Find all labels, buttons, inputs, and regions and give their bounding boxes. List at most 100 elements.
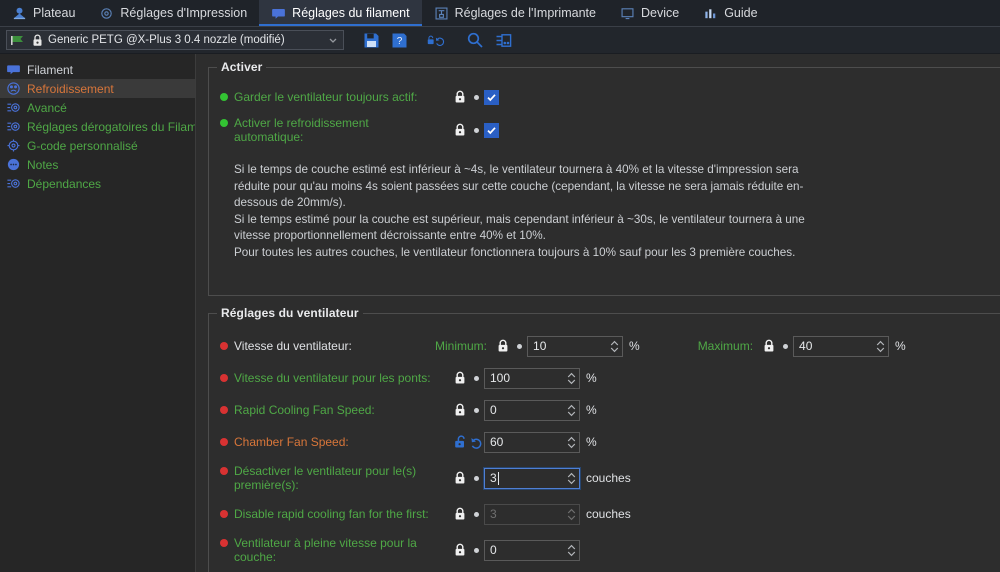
tab-reglages-impression[interactable]: Réglages d'Impression [87, 0, 259, 26]
group-content: Garder le ventilateur toujours actif: [208, 74, 1000, 261]
sidebar-item-refroidissement[interactable]: Refroidissement [0, 79, 195, 98]
spinner-arrows-icon[interactable] [564, 369, 579, 388]
setting-row-disable-fan-first-layers: Désactiver le ventilateur pour le(s) pre… [220, 458, 1000, 498]
spinner-arrows-icon[interactable] [607, 337, 622, 356]
lock-icon[interactable] [452, 506, 468, 523]
revert-dot-icon[interactable] [468, 95, 484, 100]
lock-icon[interactable] [452, 89, 468, 106]
sidebar-item-notes[interactable]: Notes [0, 155, 195, 174]
spinner-value: 10 [533, 339, 607, 353]
checkbox-enable-auto-cooling[interactable] [484, 123, 499, 138]
tab-label: Réglages d'Impression [120, 6, 247, 20]
revert-dot-icon[interactable] [468, 376, 484, 381]
status-dot-icon [220, 539, 228, 547]
revert-dot-icon[interactable] [468, 128, 484, 133]
cooling-icon [6, 81, 21, 96]
spinner-disable-fan-first-layers[interactable]: 3 [484, 468, 580, 489]
chevron-down-icon[interactable] [327, 34, 339, 46]
lock-icon[interactable] [452, 402, 468, 419]
lock-icon[interactable] [495, 338, 511, 355]
lock-icon[interactable] [452, 122, 468, 139]
notes-icon [6, 157, 21, 172]
option-label: Activer le refroidissement automatique: [220, 116, 452, 144]
setting-row-full-speed-layer: Ventilateur à pleine vitesse pour la cou… [220, 530, 1000, 570]
tab-device[interactable]: Device [608, 0, 691, 26]
sidebar-item-label: Refroidissement [27, 82, 114, 96]
printer-icon [434, 6, 449, 21]
option-label-text: Activer le refroidissement automatique: [234, 116, 434, 144]
spinner-disable-rapid-cooling-first[interactable]: 3 [484, 504, 580, 525]
revert-dot-icon[interactable] [468, 548, 484, 553]
spinner-bridges-fan-speed[interactable]: 100 [484, 368, 580, 389]
search-button[interactable] [464, 29, 486, 51]
lock-open-icon[interactable] [452, 434, 468, 451]
setting-controls: 0 % [452, 400, 597, 421]
preset-combobox[interactable]: Generic PETG @X-Plus 3 0.4 nozzle (modif… [6, 30, 344, 50]
application-window: Plateau Réglages d'Impression Réglages d… [0, 0, 1000, 572]
description-paragraph-3: Pour toutes les autres couches, le venti… [234, 245, 824, 262]
setting-label-text: Vitesse du ventilateur: [234, 339, 352, 353]
spinner-arrows-icon[interactable] [564, 541, 579, 560]
sidebar-item-avance[interactable]: Avancé [0, 98, 195, 117]
spinner-arrows-icon[interactable] [564, 433, 579, 452]
sidebar-item-reglages-derogatoires[interactable]: Réglages dérogatoires du Filame [0, 117, 195, 136]
setting-label-text: Rapid Cooling Fan Speed: [234, 403, 375, 417]
tab-plateau[interactable]: Plateau [0, 0, 87, 26]
tab-reglages-filament[interactable]: Réglages du filament [259, 0, 421, 26]
option-row-keep-fan-always-on: Garder le ventilateur toujours actif: [220, 82, 1000, 112]
group-activer: Activer Garder le ventilateur toujours a… [208, 60, 1000, 296]
setting-label-text: Désactiver le ventilateur pour le(s) pre… [234, 464, 434, 492]
save-preset-button[interactable] [360, 29, 382, 51]
maximum-controls: 40 % [761, 336, 906, 357]
description-paragraph-1: Si le temps de couche estimé est inférie… [234, 162, 824, 212]
lock-icon[interactable] [452, 370, 468, 387]
tab-guide[interactable]: Guide [691, 0, 769, 26]
setting-label: Disable rapid cooling fan for the first: [220, 507, 452, 521]
revert-dot-icon[interactable] [777, 344, 793, 349]
compare-presets-button[interactable] [492, 29, 514, 51]
sidebar-item-label: Dépendances [27, 177, 101, 191]
spinner-arrows-icon[interactable] [564, 469, 579, 488]
spinner-value: 60 [490, 435, 564, 449]
spinner-arrows-icon[interactable] [564, 401, 579, 420]
main-tab-bar: Plateau Réglages d'Impression Réglages d… [0, 0, 1000, 27]
sidebar-item-dependances[interactable]: Dépendances [0, 174, 195, 193]
dependencies-icon [6, 176, 21, 191]
revert-dot-icon[interactable] [468, 512, 484, 517]
tab-reglages-imprimante[interactable]: Réglages de l'Imprimante [422, 0, 608, 26]
revert-all-button[interactable] [426, 29, 448, 51]
spinner-arrows-icon[interactable] [873, 337, 888, 356]
revert-arrow-icon[interactable] [468, 434, 484, 451]
filament-icon [271, 6, 286, 21]
revert-dot-icon[interactable] [468, 408, 484, 413]
revert-dot-icon[interactable] [468, 476, 484, 481]
lock-icon[interactable] [761, 338, 777, 355]
sidebar-item-gcode-personnalise[interactable]: G-code personnalisé [0, 136, 195, 155]
plate-icon [12, 6, 27, 21]
sidebar-item-filament[interactable]: Filament [0, 60, 195, 79]
revert-dot-icon[interactable] [511, 344, 527, 349]
spinner-arrows-icon[interactable] [564, 505, 579, 524]
checkbox-keep-fan-always-on[interactable] [484, 90, 499, 105]
setting-controls: 100 % [452, 368, 597, 389]
setting-row-chamber-fan-speed: Chamber Fan Speed: 60 [220, 426, 1000, 458]
sidebar-item-label: Notes [27, 158, 58, 172]
text-cursor [498, 472, 499, 485]
option-controls [452, 122, 499, 139]
lock-icon[interactable] [452, 470, 468, 487]
preset-name: Generic PETG @X-Plus 3 0.4 nozzle (modif… [48, 34, 322, 46]
spinner-chamber-fan-speed[interactable]: 60 [484, 432, 580, 453]
group-content: Vitesse du ventilateur: Minimum: 10 [208, 320, 1000, 570]
save-as-preset-button[interactable]: ? [388, 29, 410, 51]
preset-toolbar: Generic PETG @X-Plus 3 0.4 nozzle (modif… [0, 27, 1000, 54]
lock-icon[interactable] [452, 542, 468, 559]
setting-label: Chamber Fan Speed: [220, 435, 452, 449]
unit-label: % [629, 339, 640, 353]
spinner-full-speed-layer[interactable]: 0 [484, 540, 580, 561]
spinner-rapid-cooling-fan-speed[interactable]: 0 [484, 400, 580, 421]
spinner-fan-speed-max[interactable]: 40 [793, 336, 889, 357]
lock-icon [32, 34, 43, 47]
spinner-fan-speed-min[interactable]: 10 [527, 336, 623, 357]
setting-row-disable-rapid-cooling-first: Disable rapid cooling fan for the first:… [220, 498, 1000, 530]
overrides-icon [6, 119, 21, 134]
